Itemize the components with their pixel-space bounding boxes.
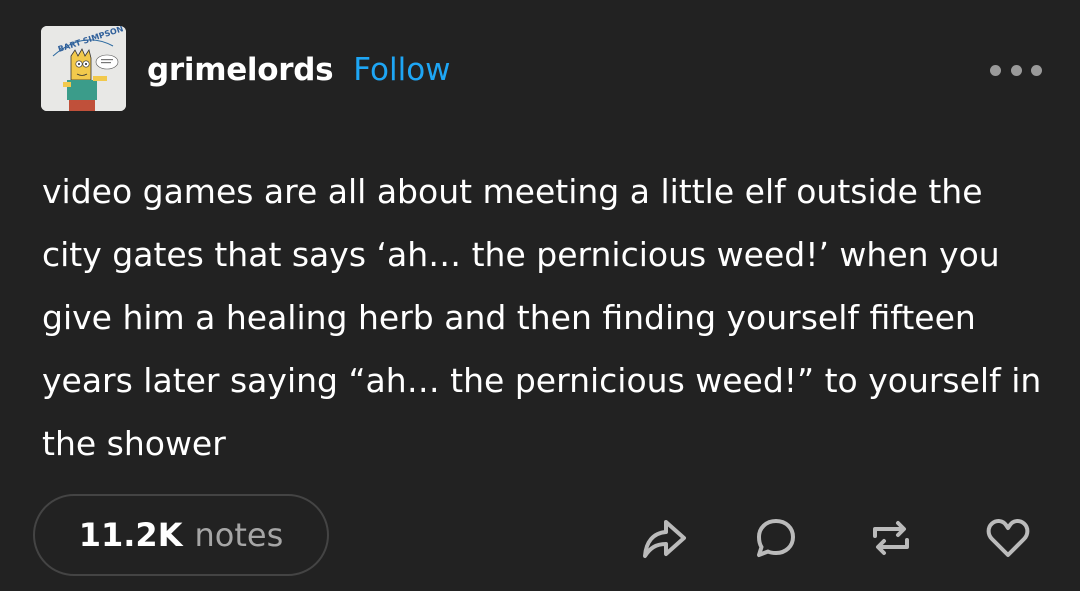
reblog-button[interactable] (865, 512, 917, 564)
user-avatar[interactable]: BART SIMPSON (41, 26, 126, 111)
notes-label: notes (194, 516, 284, 554)
like-button[interactable] (982, 512, 1034, 564)
reply-icon (757, 519, 795, 557)
like-icon (986, 519, 1030, 557)
post-author-row: grimelords Follow (147, 46, 451, 94)
notes-count: 11.2K (78, 516, 183, 554)
share-button[interactable] (638, 512, 690, 564)
ellipsis-icon (1031, 64, 1042, 76)
reblog-icon (873, 521, 909, 555)
follow-button[interactable]: Follow (353, 52, 450, 88)
ellipsis-icon (990, 64, 1001, 76)
reply-button[interactable] (750, 512, 802, 564)
notes-button[interactable]: 11.2K notes (33, 494, 329, 576)
ellipsis-icon (1010, 64, 1022, 76)
bart-simpson-avatar-icon: BART SIMPSON (41, 26, 126, 111)
post-body-text: video games are all about meeting a litt… (42, 172, 1042, 463)
share-icon (643, 520, 686, 558)
more-options-button[interactable] (990, 58, 1042, 82)
username-link[interactable]: grimelords (147, 52, 334, 88)
